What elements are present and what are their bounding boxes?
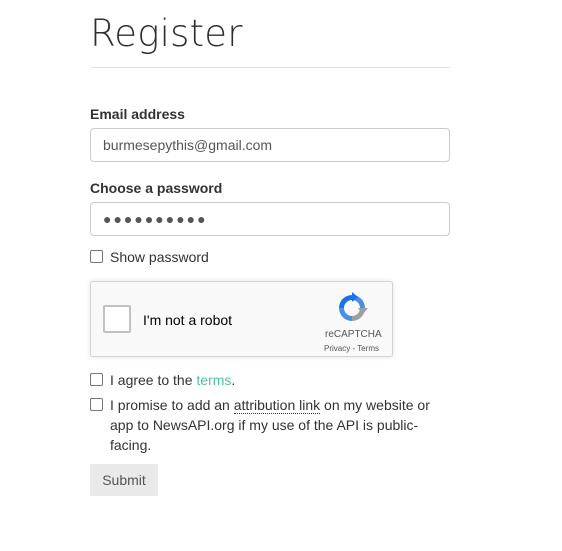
attribution-checkbox[interactable] bbox=[90, 398, 103, 411]
show-password-row[interactable]: Show password bbox=[90, 247, 209, 267]
agree-terms-prefix: I agree to the bbox=[110, 372, 197, 388]
agree-terms-row[interactable]: I agree to the terms. bbox=[90, 370, 235, 390]
terms-link[interactable]: terms bbox=[196, 372, 231, 388]
recaptcha-icon bbox=[339, 292, 368, 321]
password-label: Choose a password bbox=[90, 180, 223, 196]
recaptcha-checkbox[interactable] bbox=[103, 305, 131, 333]
agree-terms-label: I agree to the terms. bbox=[110, 370, 235, 390]
submit-button[interactable]: Submit bbox=[90, 464, 158, 496]
recaptcha-label: I'm not a robot bbox=[143, 312, 233, 328]
agree-terms-suffix: . bbox=[231, 372, 236, 388]
show-password-label: Show password bbox=[110, 249, 209, 265]
email-field[interactable] bbox=[90, 128, 450, 162]
recaptcha-widget: I'm not a robot reCAPTCHA Privacy - Term… bbox=[90, 281, 393, 357]
recaptcha-brand: reCAPTCHA bbox=[325, 329, 382, 340]
attribution-row[interactable]: I promise to add an attribution link on … bbox=[90, 395, 450, 455]
attribution-label: I promise to add an attribution link on … bbox=[110, 395, 440, 455]
agree-terms-checkbox[interactable] bbox=[90, 373, 103, 386]
recaptcha-privacy-link[interactable]: Privacy bbox=[324, 344, 350, 353]
show-password-checkbox[interactable] bbox=[90, 250, 103, 263]
password-field[interactable] bbox=[90, 202, 450, 236]
recaptcha-terms-link[interactable]: Terms bbox=[357, 344, 379, 353]
email-label: Email address bbox=[90, 106, 185, 122]
attribution-link[interactable]: attribution link bbox=[233, 397, 321, 414]
recaptcha-links: Privacy - Terms bbox=[324, 344, 379, 353]
title-divider bbox=[90, 67, 450, 68]
page-title: Register bbox=[90, 12, 243, 55]
attribution-prefix: I promise to add an bbox=[110, 397, 234, 413]
